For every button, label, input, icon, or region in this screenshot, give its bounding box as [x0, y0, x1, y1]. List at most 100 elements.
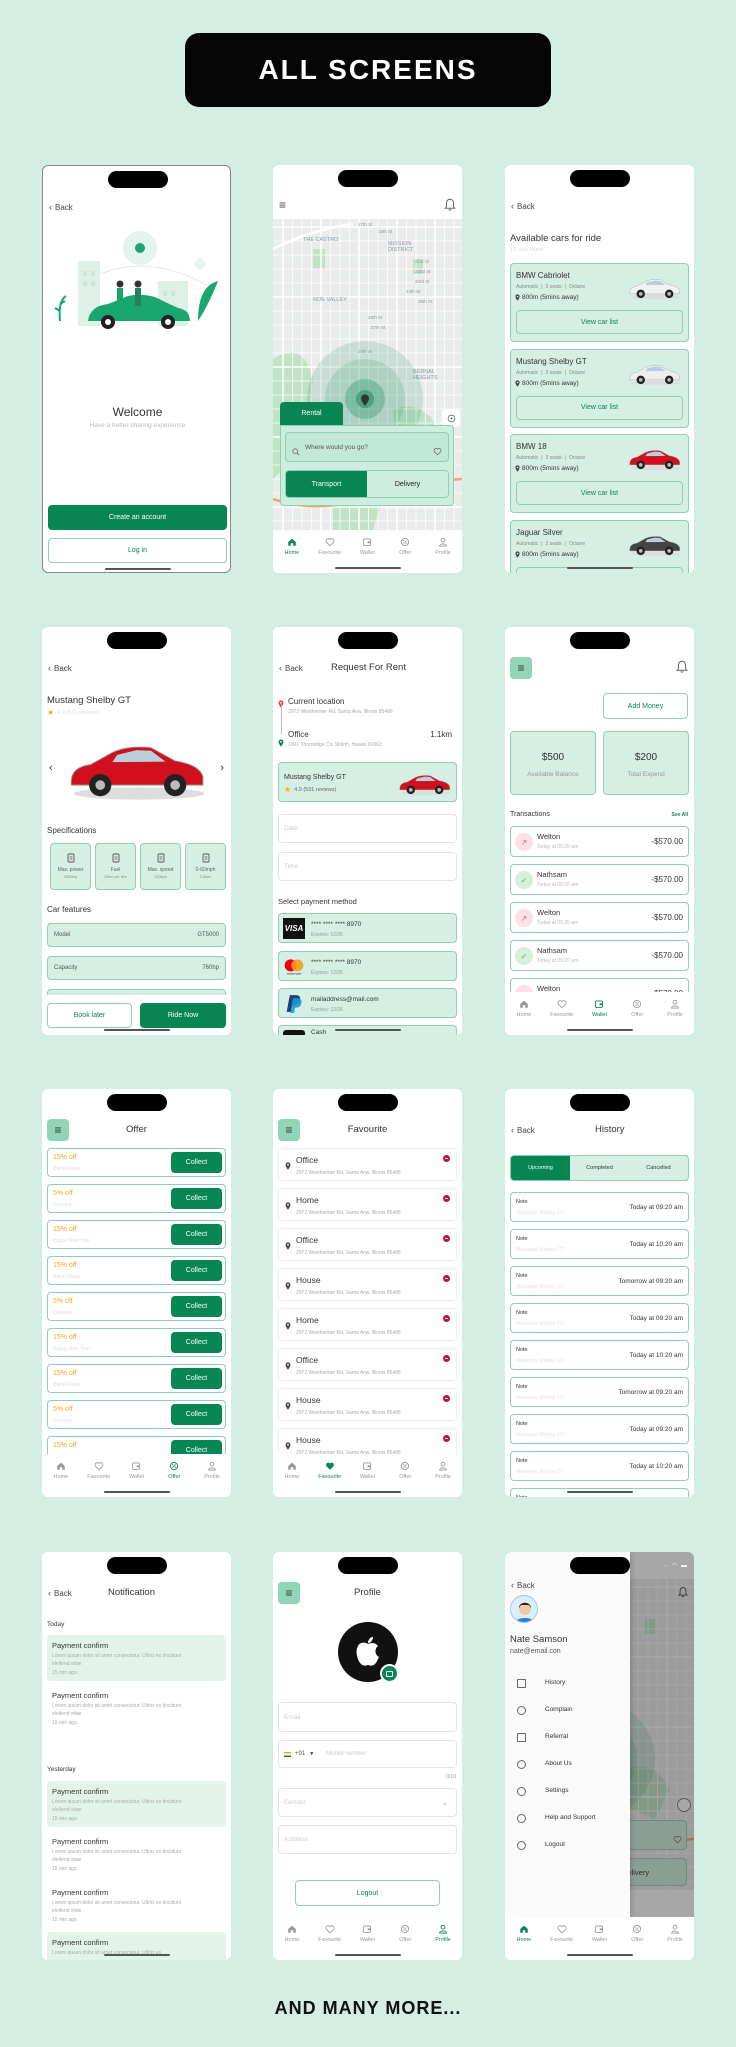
history-row[interactable]: Note Mustang Shelby GT Today at 09:20 am: [510, 1303, 689, 1333]
nav-item-profile[interactable]: Profile: [657, 1924, 693, 1960]
history-row[interactable]: Note Mustang Shelby GT Today at 09:20 am: [510, 1414, 689, 1444]
back-button[interactable]: ‹ Back: [48, 1588, 72, 1598]
date-input[interactable]: Date: [278, 814, 457, 843]
nav-item-profile[interactable]: Profile: [657, 999, 693, 1035]
email-input[interactable]: Email: [278, 1702, 457, 1732]
car-card[interactable]: Mustang Shelby GT Automatic | 3 seats | Octan…: [510, 348, 689, 428]
gender-select[interactable]: Gender ⌄: [278, 1788, 457, 1817]
transport-tab[interactable]: Transport: [286, 471, 367, 497]
history-row[interactable]: Note Mustang Shelby GT Tomorrow at 09:20 a…: [510, 1377, 689, 1407]
bell-icon[interactable]: [676, 660, 688, 673]
history-row[interactable]: Note Mustang Shelby GT Tomorrow at 09:20 a…: [510, 1266, 689, 1296]
search-input[interactable]: Where would you go?: [285, 432, 449, 462]
drawer-item-settings[interactable]: Settings: [505, 1785, 630, 1799]
collect-button[interactable]: Collect: [171, 1224, 222, 1245]
drawer-item-logout[interactable]: Logout: [505, 1839, 630, 1853]
ride-now-button[interactable]: Ride Now: [140, 1003, 226, 1028]
nav-item-home[interactable]: Home: [274, 1461, 310, 1497]
collect-button[interactable]: Collect: [171, 1188, 222, 1209]
country-code[interactable]: +91: [295, 1751, 305, 1757]
nav-item-home[interactable]: Home: [274, 1924, 310, 1960]
remove-icon[interactable]: [443, 1355, 450, 1362]
back-button[interactable]: ‹ Back: [511, 1125, 535, 1135]
favourite-row[interactable]: Office 2972 Westheimer Rd. Santa Ana, Ill…: [278, 1348, 457, 1381]
prev-arrow[interactable]: ‹: [49, 762, 53, 774]
history-row[interactable]: Note Mustang Shelby GT Today at 10:20 am: [510, 1340, 689, 1370]
favourite-row[interactable]: Home 2972 Westheimer Rd. Santa Ana, Illin…: [278, 1308, 457, 1341]
menu-button[interactable]: ≡: [510, 657, 532, 679]
rental-tab[interactable]: Rental: [280, 402, 343, 425]
history-row[interactable]: Note Mustang Shelby GT Today at 10:20 am: [510, 1451, 689, 1481]
transaction-row[interactable]: ↗ Welton Today at 09:20 am -$570.00: [510, 826, 689, 857]
back-button[interactable]: ‹ Back: [49, 202, 73, 212]
payment-option-visa[interactable]: VISA **** **** **** 8970 Expires: 12/26: [278, 913, 457, 943]
book-later-button[interactable]: Book later: [47, 1003, 132, 1028]
back-button[interactable]: ‹ Back: [48, 663, 72, 673]
transaction-row[interactable]: ✓ Nathsam Today at 09:20 am -$570.00: [510, 864, 689, 895]
drawer-item-help-and-support[interactable]: Help and Support: [505, 1812, 630, 1826]
collect-button[interactable]: Collect: [171, 1152, 222, 1173]
remove-icon[interactable]: [443, 1275, 450, 1282]
remove-icon[interactable]: [443, 1315, 450, 1322]
nav-item-home[interactable]: Home: [506, 999, 542, 1035]
time-input[interactable]: Time: [278, 852, 457, 881]
transaction-row[interactable]: ↗ Welton Today at 09:20 am -$570.00: [510, 902, 689, 933]
heart-icon[interactable]: [433, 443, 442, 455]
dropdown-icon[interactable]: ▼: [309, 1751, 314, 1757]
collect-button[interactable]: Collect: [171, 1404, 222, 1425]
view-car-list-button[interactable]: View car list: [516, 395, 683, 420]
nav-item-profile[interactable]: Profile: [425, 537, 461, 573]
collect-button[interactable]: Collect: [171, 1332, 222, 1353]
tab-upcoming[interactable]: Upcoming: [511, 1156, 570, 1180]
view-car-list-button[interactable]: View car list: [516, 310, 683, 334]
notification-card[interactable]: Payment confirm Lorem ipsum dolor sit ame…: [47, 1831, 226, 1877]
add-money-button[interactable]: Add Money: [603, 693, 688, 719]
bell-icon[interactable]: [444, 198, 456, 211]
drawer-item-complain[interactable]: Complain: [505, 1704, 630, 1718]
back-button[interactable]: ‹ Back: [279, 663, 303, 673]
history-row[interactable]: Note Mustang Shelby GT Today at 09:20 am: [510, 1192, 689, 1222]
mobile-input[interactable]: +91 ▼ Mobile number: [278, 1740, 457, 1768]
favourite-row[interactable]: Office 2972 Westheimer Rd. Santa Ana, Ill…: [278, 1148, 457, 1181]
notification-card[interactable]: Payment confirm Lorem ipsum dolor sit ame…: [47, 1781, 226, 1827]
favourite-row[interactable]: House 2972 Westheimer Rd. Santa Ana, Illi…: [278, 1388, 457, 1421]
payment-option-paypal[interactable]: mailaddress@mail.com Expires: 12/26: [278, 988, 457, 1018]
nav-item-home[interactable]: Home: [274, 537, 310, 573]
selected-car-card[interactable]: Mustang Shelby GT ★ 4.9 (531 reviews): [278, 762, 457, 802]
favourite-row[interactable]: Home 2972 Westheimer Rd. Santa Ana, Illin…: [278, 1188, 457, 1221]
payment-option-mastercard[interactable]: mastercard **** **** **** 8970 Expires: 12…: [278, 951, 457, 981]
car-card[interactable]: Jaguar Silver Automatic | 3 seats | Octane 800…: [510, 519, 689, 573]
transaction-row[interactable]: ✓ Nathsam Today at 09:20 am -$570.00: [510, 940, 689, 971]
drawer-item-history[interactable]: History: [505, 1677, 630, 1691]
drawer-item-referral[interactable]: Referral: [505, 1731, 630, 1745]
nav-item-profile[interactable]: Profile: [425, 1924, 461, 1960]
car-card[interactable]: BMW Cabriolet Automatic | 3 seats | Octane 800…: [510, 263, 689, 342]
nav-item-profile[interactable]: Profile: [425, 1461, 461, 1497]
collect-button[interactable]: Collect: [171, 1368, 222, 1389]
menu-icon[interactable]: ≡: [279, 198, 286, 212]
remove-icon[interactable]: [443, 1395, 450, 1402]
back-button[interactable]: ‹ Back: [511, 201, 535, 211]
next-arrow[interactable]: ›: [220, 762, 224, 774]
delivery-tab[interactable]: Delivery: [367, 471, 448, 497]
tab-completed[interactable]: Completed: [570, 1156, 629, 1180]
nav-item-home[interactable]: Home: [43, 1461, 79, 1497]
notification-card[interactable]: Payment confirm Lorem ipsum dolor sit ame…: [47, 1685, 226, 1731]
see-all-link[interactable]: See All: [672, 812, 689, 818]
collect-button[interactable]: Collect: [171, 1296, 222, 1317]
collect-button[interactable]: Collect: [171, 1260, 222, 1281]
remove-icon[interactable]: [443, 1435, 450, 1442]
create-account-button[interactable]: Create an account: [48, 505, 227, 530]
favourite-row[interactable]: Office 2972 Westheimer Rd. Santa Ana, Ill…: [278, 1228, 457, 1261]
nav-item-home[interactable]: Home: [506, 1924, 542, 1960]
history-row[interactable]: Note Mustang Shelby GT Today at 10:20 am: [510, 1229, 689, 1259]
view-car-list-button[interactable]: View car list: [516, 481, 683, 505]
remove-icon[interactable]: [443, 1195, 450, 1202]
login-button[interactable]: Log in: [48, 538, 227, 563]
logout-button[interactable]: Logout: [295, 1880, 440, 1906]
car-card[interactable]: BMW 18 Automatic | 3 seats | Octane 800m (5min…: [510, 434, 689, 513]
bell-icon[interactable]: [678, 1585, 688, 1598]
camera-button[interactable]: [380, 1664, 399, 1683]
remove-icon[interactable]: [443, 1155, 450, 1162]
nav-item-profile[interactable]: Profile: [194, 1461, 230, 1497]
